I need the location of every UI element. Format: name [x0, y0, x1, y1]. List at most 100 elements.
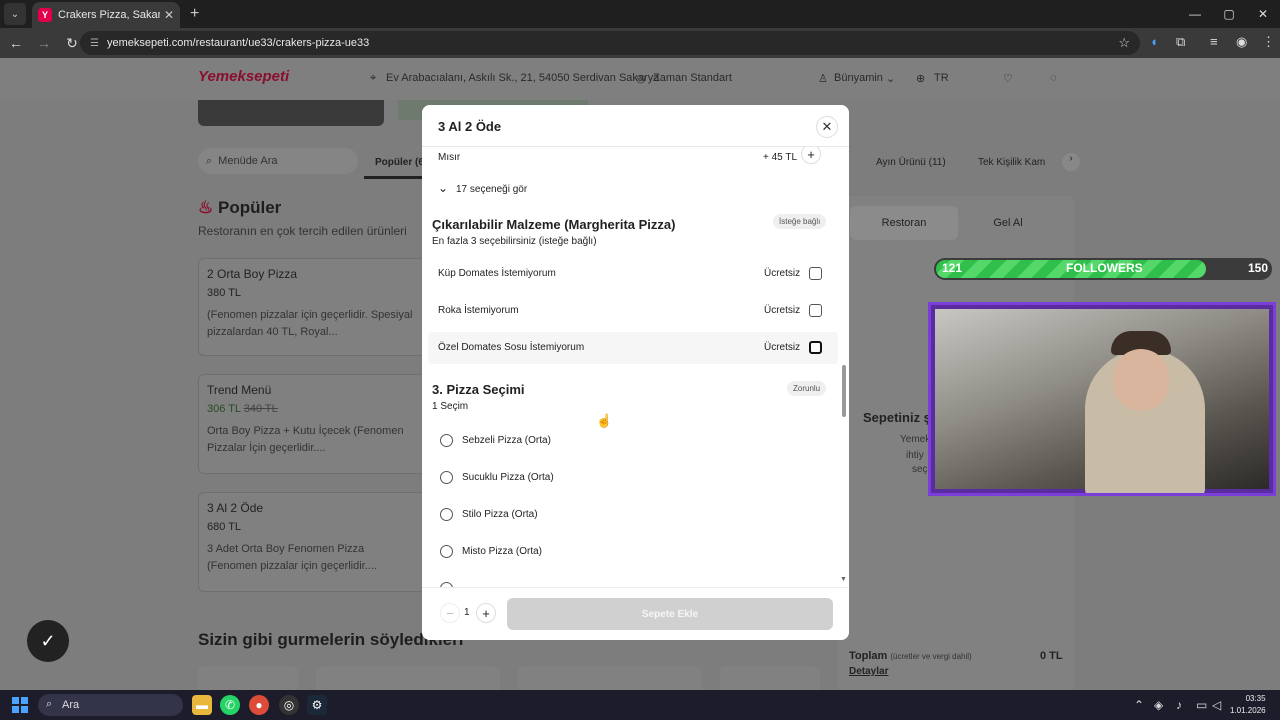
steam-icon[interactable]: ⚙ [307, 695, 327, 715]
file-explorer-icon[interactable]: ▬ [192, 695, 212, 715]
product-card[interactable]: 2 Orta Boy Pizza 380 TL (Fenomen pizzala… [198, 258, 426, 356]
browser-tab[interactable]: Y Crakers Pizza, Sakarya Online Sipariş … [32, 2, 180, 28]
maximize-icon[interactable]: ▢ [1212, 7, 1246, 21]
tab-close-icon[interactable]: ✕ [164, 8, 174, 22]
product-price: 680 TL [207, 521, 242, 533]
cart-empty-title: Sepetiniz ş [863, 410, 931, 425]
cart-icon[interactable]: ◌ [1050, 72, 1057, 84]
product-card[interactable]: 3 Al 2 Öde 680 TL 3 Adet Orta Boy Fenome… [198, 492, 426, 592]
security-shield-icon[interactable]: ✓ [27, 620, 69, 662]
removable-item-price: Ücretsiz [764, 268, 801, 279]
category-month[interactable]: Ayın Ürünü (11) [876, 157, 946, 168]
url-bar[interactable]: ☰ yemeksepeti.com/restaurant/ue33/craker… [80, 31, 1140, 55]
pizza-option-label: Misto Pizza (Orta) [462, 546, 543, 557]
webcam-overlay [928, 302, 1276, 496]
site-header: Yemeksepeti ⌖ Ev Arabacıalanı, Askılı Sk… [0, 58, 1280, 100]
browser-menu-icon[interactable]: ⋮ [1262, 34, 1275, 50]
followers-current: 121 [942, 261, 963, 275]
chevron-down-icon: ⌄ [886, 73, 896, 85]
extension-icon[interactable]: ◖ [1150, 34, 1158, 49]
webcam-feed [935, 309, 1269, 493]
delivery-address[interactable]: Ev Arabacıalanı, Askılı Sk., 21, 54050 S… [386, 72, 659, 84]
clock-date: 1.01.2026 [1230, 706, 1266, 715]
delivery-time[interactable]: Zaman Standart [653, 72, 732, 84]
tab-pickup[interactable]: Gel Al [954, 206, 1062, 240]
removable-item-checkbox[interactable] [809, 341, 822, 354]
pizza-radio[interactable] [440, 508, 453, 521]
windows-start-icon[interactable] [12, 697, 28, 713]
category-single[interactable]: Tek Kişilik Kam [978, 157, 1045, 168]
removable-item-price: Ücretsiz [764, 305, 801, 316]
pizza-radio[interactable] [440, 434, 453, 447]
taskbar-clock[interactable]: 03:35 1.01.2026 [1230, 693, 1266, 717]
pizza-radio[interactable] [440, 545, 453, 558]
modal-scrollbar[interactable] [842, 365, 846, 417]
forward-icon[interactable]: → [32, 35, 56, 51]
menu-search-input[interactable]: ⌕ Menüde Ara [198, 148, 358, 174]
product-price: 380 TL [207, 287, 242, 299]
whatsapp-icon[interactable]: ✆ [220, 695, 240, 715]
increase-quantity-plus-icon[interactable]: + [476, 603, 496, 623]
profile-avatar-icon[interactable]: ◉ [1236, 34, 1247, 50]
cart-empty-line: seç [912, 464, 928, 475]
chrome-icon[interactable]: ● [249, 695, 269, 715]
tab-restaurant[interactable]: Restoran [850, 206, 958, 240]
obs-icon[interactable]: ◎ [279, 695, 299, 715]
modal-footer: − 1 + Sepete Ekle [422, 587, 849, 640]
decrease-quantity-minus-icon[interactable]: − [440, 603, 460, 623]
yemeksepeti-logo[interactable]: Yemeksepeti [198, 68, 289, 85]
pizza-option-label: Sebzeli Pizza (Orta) [462, 435, 551, 446]
back-icon[interactable]: ← [4, 35, 28, 51]
extensions-puzzle-icon[interactable]: ⧉ [1176, 34, 1185, 50]
reading-list-icon[interactable]: ≡ [1210, 34, 1218, 49]
removable-item-checkbox[interactable] [809, 304, 822, 317]
modal-title: 3 Al 2 Öde [438, 119, 502, 134]
cart-empty-line: Yemek [900, 434, 931, 445]
product-name: 3 Al 2 Öde [207, 501, 264, 515]
flame-icon: ♨ [198, 198, 214, 217]
add-to-cart-button[interactable]: Sepete Ekle [507, 598, 833, 630]
category-popular[interactable]: Popüler (6 [375, 157, 424, 168]
window-close-icon[interactable]: ✕ [1246, 7, 1280, 21]
chevron-down-icon[interactable]: ⌄ [438, 181, 448, 195]
see-more-options[interactable]: 17 seçeneği gör [456, 184, 527, 195]
new-tab-icon[interactable]: + [190, 5, 199, 23]
removable-item-label: Küp Domates İstemiyorum [438, 268, 556, 279]
review-card [518, 666, 702, 690]
user-name[interactable]: Bünyamin [834, 72, 883, 84]
tray-chevron-up-icon[interactable]: ⌃ [1134, 698, 1144, 712]
volume-icon[interactable]: ◁ [1212, 698, 1221, 712]
globe-icon: ⊕ [916, 73, 926, 85]
tab-search-menu-icon[interactable]: ⌄ [4, 3, 26, 25]
favorites-heart-icon[interactable]: ♡ [1003, 72, 1013, 85]
category-next-chevron-icon[interactable]: › [1062, 153, 1080, 171]
bookmark-star-icon[interactable]: ☆ [1118, 35, 1130, 51]
product-name: Trend Menü [207, 383, 272, 397]
close-icon[interactable]: ✕ [816, 116, 838, 138]
popular-section-title: ♨ Popüler [198, 198, 282, 217]
microphone-icon[interactable]: ♪ [1176, 698, 1182, 712]
required-badge: Zorunlu [787, 381, 827, 396]
taskbar-search[interactable]: ⌕ Ara [38, 694, 183, 716]
details-link[interactable]: Detaylar [849, 666, 888, 677]
product-card[interactable]: Trend Menü 306 TL 340 TL Orta Boy Pizza … [198, 374, 426, 474]
language-selector[interactable]: TR [934, 72, 949, 84]
add-option-plus-icon[interactable]: + [801, 147, 821, 164]
network-icon[interactable]: ▭ [1196, 698, 1207, 712]
search-icon: ⌕ [46, 698, 53, 710]
taskbar-search-label: Ara [62, 699, 80, 711]
total-note: (ücretler ve vergi dahil) [890, 652, 972, 661]
removable-item-checkbox[interactable] [809, 267, 822, 280]
option-label: Mısır [438, 152, 461, 163]
clock-icon: ◷ [636, 73, 646, 85]
scroll-down-arrow-icon[interactable]: ▼ [840, 576, 847, 583]
pizza-radio[interactable] [440, 471, 453, 484]
old-price: 340 TL [243, 403, 278, 415]
product-description: (Fenomen pizzalar için geçerlidir. Spesi… [207, 309, 413, 338]
tray-app-icon[interactable]: ◈ [1154, 698, 1163, 712]
mouse-cursor-hand-icon: ☝ [596, 413, 613, 428]
site-info-icon[interactable]: ☰ [90, 38, 99, 49]
user-icon: ♙ [818, 73, 828, 85]
search-icon: ⌕ [206, 154, 213, 167]
minimize-icon[interactable]: — [1178, 7, 1212, 21]
